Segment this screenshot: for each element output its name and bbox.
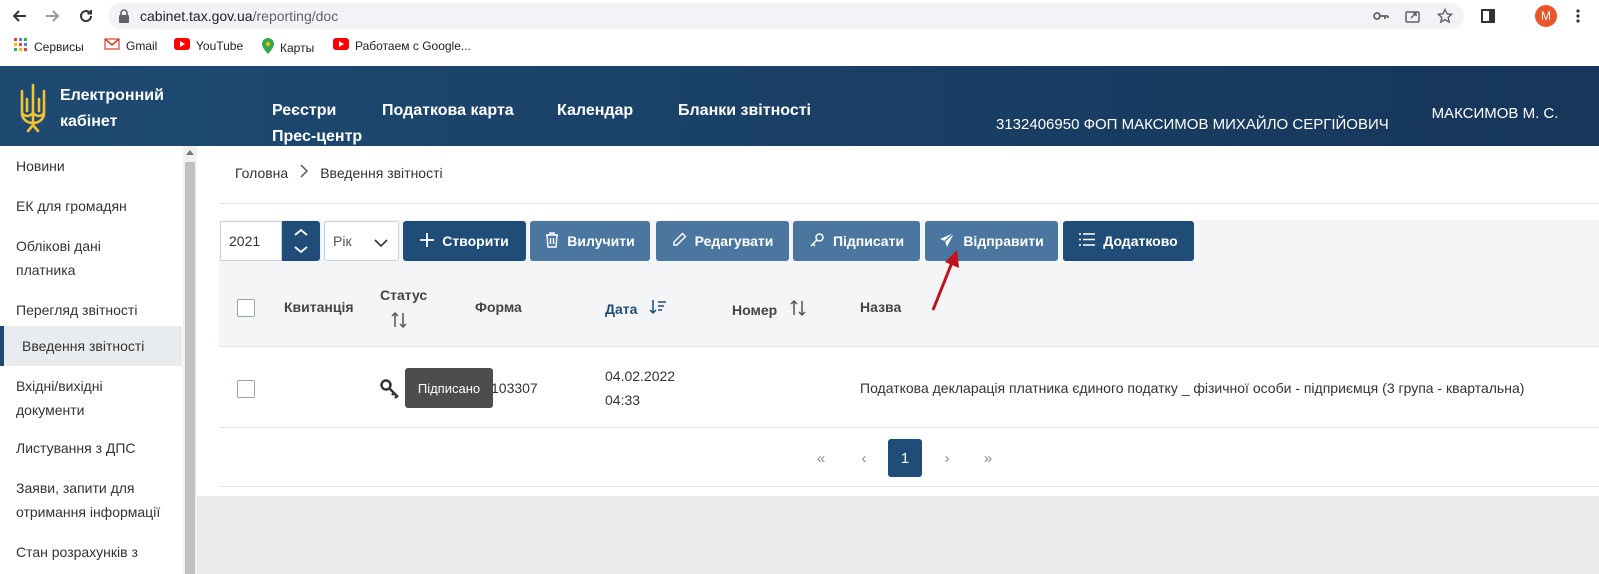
table-header-divider (219, 346, 1599, 347)
bookmark-youtube[interactable]: YouTube (174, 38, 243, 53)
nav-report-forms[interactable]: Бланки звітності (678, 102, 811, 120)
nav-calendar[interactable]: Календар (557, 102, 633, 120)
share-icon[interactable] (1404, 8, 1422, 24)
sort-icon[interactable] (390, 311, 427, 332)
scroll-up-arrow-icon[interactable] (186, 150, 194, 155)
sign-button[interactable]: Підписати (793, 221, 920, 261)
bookmark-services[interactable]: Сервисы (14, 38, 84, 55)
breadcrumb-home[interactable]: Головна (235, 165, 288, 181)
apps-grid-icon (14, 38, 28, 55)
list-icon (1079, 233, 1096, 249)
bookmark-google-work[interactable]: Работаем с Google... (333, 38, 471, 53)
annotation-arrow (931, 250, 959, 311)
year-input[interactable]: 2021 (220, 221, 282, 261)
column-header-receipt[interactable]: Квитанція (284, 299, 354, 315)
password-key-icon[interactable] (1372, 8, 1390, 24)
site-header: Електронний кабінет Реєстри Податкова ка… (0, 66, 1599, 146)
sidebar-item-news[interactable]: Новини (0, 154, 182, 178)
nav-tax-map[interactable]: Податкова карта (382, 102, 514, 120)
side-panel-icon[interactable] (1476, 4, 1500, 28)
url-text: cabinet.tax.gov.ua/reporting/doc (140, 8, 339, 24)
pagination-page-current[interactable]: 1 (888, 439, 922, 477)
sort-icon[interactable] (789, 299, 807, 320)
key-icon (380, 379, 400, 402)
sidebar-item-documents[interactable]: Вхідні/вихідні документи (0, 374, 120, 422)
scrollbar-thumb[interactable] (185, 162, 195, 574)
pagination-last[interactable]: » (971, 439, 1005, 477)
row-checkbox[interactable] (237, 380, 255, 398)
year-stepper[interactable] (282, 221, 320, 261)
nav-press-center[interactable]: Прес-центр (272, 128, 362, 146)
chevron-down-icon (374, 235, 388, 251)
row-date: 04.02.2022 (605, 368, 676, 384)
plus-icon (420, 232, 435, 250)
sidebar-item-citizens[interactable]: ЕК для громадян (0, 194, 182, 218)
nav-registries[interactable]: Реєстри (272, 102, 336, 120)
youtube-icon (174, 38, 190, 53)
brand-title: Електронний кабінет (60, 87, 164, 130)
key-icon (809, 232, 825, 251)
table-row-divider (219, 427, 1599, 428)
create-button[interactable]: Створити (403, 221, 526, 261)
pencil-icon (672, 232, 687, 250)
lock-icon (118, 9, 130, 28)
row-time: 04:33 (605, 392, 641, 408)
divider (219, 203, 1599, 204)
sidebar-item-correspondence[interactable]: Листування з ДПС (0, 436, 182, 460)
back-arrow-icon[interactable] (8, 4, 32, 28)
column-header-date[interactable]: Дата (605, 299, 667, 318)
sidebar-item-requests[interactable]: Заяви, запити для отримання інформації (0, 476, 175, 524)
sidebar-menu: Новини ЕК для громадян Облікові дані пла… (0, 146, 182, 574)
main-footer-area (197, 496, 1599, 574)
pagination-divider (219, 486, 1599, 487)
more-button[interactable]: Додатково (1063, 221, 1194, 261)
breadcrumb: Головна Введення звітності (235, 164, 443, 181)
row-name[interactable]: Податкова декларація платника єдиного по… (860, 380, 1524, 396)
gmail-icon (104, 38, 120, 53)
pagination-first[interactable]: « (804, 439, 838, 477)
reload-icon[interactable] (74, 4, 98, 28)
breadcrumb-current: Введення звітності (320, 164, 443, 181)
user-name[interactable]: МАКСИМОВ М. С. (1430, 102, 1560, 126)
sidebar-scrollbar[interactable] (183, 146, 197, 574)
forward-arrow-icon[interactable] (40, 4, 64, 28)
maps-pin-icon (262, 38, 274, 57)
address-bar[interactable]: cabinet.tax.gov.ua/reporting/doc (108, 3, 1464, 29)
pagination-prev[interactable]: ‹ (847, 439, 881, 477)
sidebar-item-enter-reports[interactable]: Введення звітності (0, 326, 182, 366)
period-select[interactable]: Рік (324, 221, 399, 261)
trident-emblem-icon (18, 83, 48, 138)
chevron-right-icon (300, 164, 309, 181)
trash-icon (545, 231, 559, 251)
sidebar-item-settlements[interactable]: Стан розрахунків з (0, 540, 182, 564)
bookmark-gmail[interactable]: Gmail (104, 38, 157, 53)
profile-avatar[interactable]: M (1535, 5, 1557, 27)
sidebar-item-account-data[interactable]: Облікові дані платника (0, 234, 120, 282)
delete-button[interactable]: Вилучити (530, 221, 650, 261)
taxpayer-info: 3132406950 ФОП МАКСИМОВ МИХАЙЛО СЕРГІЙОВ… (996, 116, 1389, 133)
browser-toolbar: cabinet.tax.gov.ua/reporting/doc M (0, 0, 1599, 32)
status-tooltip: Підписано (405, 368, 493, 408)
bookmark-maps[interactable]: Карты (262, 38, 314, 57)
column-header-form[interactable]: Форма (475, 299, 522, 315)
row-form-code: 103307 (491, 380, 538, 396)
brand-logo[interactable]: Електронний кабінет (18, 83, 180, 138)
youtube-icon (333, 38, 349, 53)
column-header-name[interactable]: Назва (860, 299, 901, 315)
sort-descending-icon[interactable] (649, 299, 667, 318)
select-all-checkbox[interactable] (237, 299, 255, 317)
browser-menu-icon[interactable] (1566, 4, 1590, 28)
column-header-number[interactable]: Номер (732, 299, 807, 320)
pagination-next[interactable]: › (930, 439, 964, 477)
sidebar-item-view-reports[interactable]: Перегляд звітності (0, 298, 182, 322)
column-header-status[interactable]: Статус (380, 287, 427, 332)
edit-button[interactable]: Редагувати (656, 221, 789, 261)
bookmark-star-icon[interactable] (1436, 8, 1454, 24)
bookmarks-bar: Сервисы Gmail YouTube Карты Работаем с G… (0, 36, 1599, 58)
